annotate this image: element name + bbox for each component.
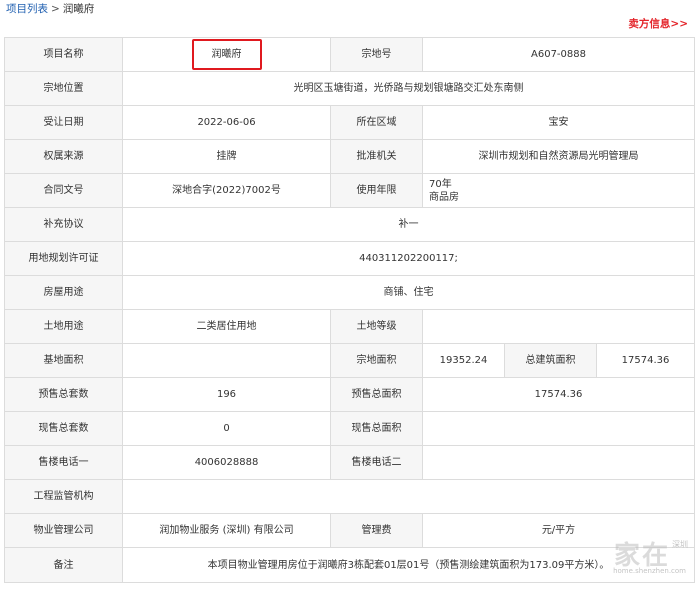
table-row: 权属来源 挂牌 批准机关 深圳市规划和自然资源局光明管理局 (4, 139, 696, 174)
house-use-label: 房屋用途 (4, 275, 123, 310)
breadcrumb-project-list-link[interactable]: 项目列表 (6, 3, 48, 15)
supplementary-value: 补一 (121, 207, 696, 242)
table-row: 合同文号 深地合字(2022)7002号 使用年限 70年 商品房 (4, 173, 696, 208)
land-grade-label: 土地等级 (330, 309, 423, 344)
ownership-source-label: 权属来源 (4, 139, 123, 174)
sales-phone1-label: 售楼电话一 (4, 445, 123, 480)
presale-units-label: 预售总套数 (4, 377, 123, 412)
mgmt-fee-value: 元/平方 (421, 513, 696, 548)
approval-authority-label: 批准机关 (330, 139, 423, 174)
supervisor-label: 工程监管机构 (4, 479, 123, 514)
parcel-no-value: A607-0888 (421, 37, 696, 72)
table-row: 备注 本项目物业管理用房位于润曦府3栋配套01层01号（预售测绘建筑面积为173… (4, 547, 696, 583)
approval-authority-value: 深圳市规划和自然资源局光明管理局 (421, 139, 696, 174)
project-name-value: 润曦府 (191, 39, 262, 70)
total-floor-area-value: 17574.36 (595, 343, 696, 378)
table-row: 工程监管机构 (4, 479, 696, 514)
table-row: 预售总套数 196 预售总面积 17574.36 (4, 377, 696, 412)
ownership-source-value: 挂牌 (122, 139, 331, 174)
table-row: 用地规划许可证 440311202200117; (4, 241, 696, 276)
sales-phone2-value (421, 445, 696, 480)
transfer-date-label: 受让日期 (4, 105, 123, 140)
presale-area-label: 预售总面积 (330, 377, 423, 412)
supervisor-value (121, 479, 696, 514)
table-row: 项目名称 润曦府 宗地号 A607-0888 (4, 37, 696, 72)
use-term-years: 70年 (429, 178, 452, 190)
planning-permit-value: 440311202200117; (121, 241, 696, 276)
spot-units-label: 现售总套数 (4, 411, 123, 446)
transfer-date-value: 2022-06-06 (122, 105, 331, 140)
table-row: 受让日期 2022-06-06 所在区域 宝安 (4, 105, 696, 140)
project-name-label: 项目名称 (4, 37, 123, 72)
table-row: 宗地位置 光明区玉塘街道，光侨路与规划银塘路交汇处东南侧 (4, 71, 696, 106)
presale-area-value: 17574.36 (421, 377, 696, 412)
parcel-area-label: 宗地面积 (330, 343, 423, 378)
district-label: 所在区域 (330, 105, 423, 140)
table-row: 基地面积 宗地面积 19352.24 总建筑面积 17574.36 (4, 343, 696, 378)
land-use-label: 土地用途 (4, 309, 123, 344)
breadcrumb-separator: > (51, 3, 60, 15)
breadcrumb: 项目列表 > 润曦府 (6, 2, 94, 16)
property-mgmt-value: 润加物业服务 (深圳) 有限公司 (122, 513, 331, 548)
house-use-value: 商铺、住宅 (121, 275, 696, 310)
table-row: 售楼电话一 4006028888 售楼电话二 (4, 445, 696, 480)
total-floor-area-label: 总建筑面积 (504, 343, 597, 378)
contract-no-value: 深地合字(2022)7002号 (122, 173, 331, 208)
supplementary-label: 补充协议 (4, 207, 123, 242)
table-row: 补充协议 补一 (4, 207, 696, 242)
sales-phone2-label: 售楼电话二 (330, 445, 423, 480)
use-term-value: 70年 商品房 (421, 173, 696, 208)
table-row: 土地用途 二类居住用地 土地等级 (4, 309, 696, 344)
mgmt-fee-label: 管理费 (330, 513, 423, 548)
planning-permit-label: 用地规划许可证 (4, 241, 123, 276)
contract-no-label: 合同文号 (4, 173, 123, 208)
sales-phone1-value: 4006028888 (122, 445, 331, 480)
base-area-value (122, 343, 331, 378)
land-use-value: 二类居住用地 (122, 309, 331, 344)
project-name-cell: 润曦府 (122, 37, 331, 72)
table-row: 房屋用途 商铺、住宅 (4, 275, 696, 310)
breadcrumb-current: 润曦府 (62, 3, 95, 15)
seller-info-link[interactable]: 卖方信息>> (628, 17, 688, 31)
table-row: 物业管理公司 润加物业服务 (深圳) 有限公司 管理费 元/平方 (4, 513, 696, 548)
location-label: 宗地位置 (4, 71, 123, 106)
use-term-type: 商品房 (429, 191, 459, 203)
land-grade-value (421, 309, 696, 344)
use-term-label: 使用年限 (330, 173, 423, 208)
spot-units-value: 0 (122, 411, 331, 446)
project-info-table: 项目名称 润曦府 宗地号 A607-0888 宗地位置 光明区玉塘街道，光侨路与… (4, 37, 696, 583)
parcel-no-label: 宗地号 (330, 37, 423, 72)
location-value: 光明区玉塘街道，光侨路与规划银塘路交汇处东南侧 (121, 71, 696, 106)
district-value: 宝安 (421, 105, 696, 140)
presale-units-value: 196 (122, 377, 331, 412)
table-row: 现售总套数 0 现售总面积 (4, 411, 696, 446)
base-area-label: 基地面积 (4, 343, 123, 378)
remark-value: 本项目物业管理用房位于润曦府3栋配套01层01号（预售测绘建筑面积为173.09… (121, 547, 696, 583)
parcel-area-value: 19352.24 (422, 343, 505, 378)
remark-label: 备注 (4, 547, 123, 583)
spot-area-value (421, 411, 696, 446)
spot-area-label: 现售总面积 (330, 411, 423, 446)
property-mgmt-label: 物业管理公司 (4, 513, 123, 548)
